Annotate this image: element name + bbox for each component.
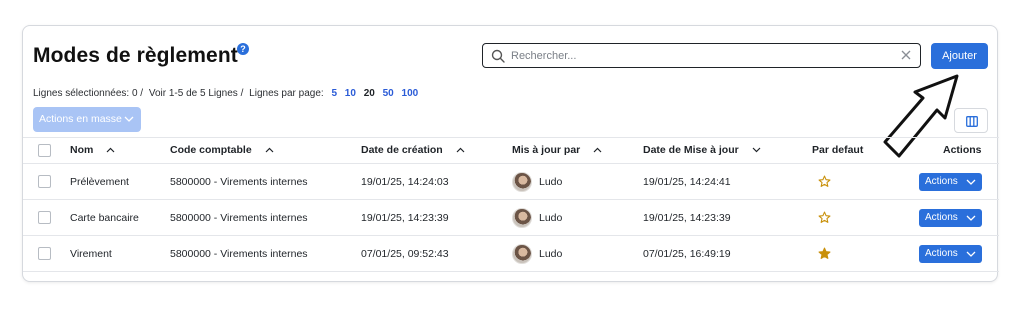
per-page-option-10[interactable]: 10 [345, 88, 356, 99]
row-checkbox[interactable] [38, 247, 51, 260]
col-header-defaut: Par defaut [812, 144, 864, 156]
bulk-actions-label: Actions en masse [39, 113, 122, 125]
chevron-down-icon [966, 251, 976, 257]
cell-creation: 19/01/25, 14:24:03 [361, 176, 449, 188]
clear-icon[interactable] [900, 49, 912, 61]
cell-nom: Carte bancaire [70, 212, 139, 224]
table-row: Virement 5800000 - Virements internes 07… [23, 236, 999, 272]
col-header-actions: Actions [943, 144, 982, 156]
add-button[interactable]: Ajouter [931, 43, 988, 69]
select-all-checkbox[interactable] [38, 144, 51, 157]
col-header-nom-label: Nom [70, 144, 94, 156]
per-page-option-5[interactable]: 5 [331, 88, 337, 99]
bulk-actions-button[interactable]: Actions en masse [33, 107, 141, 132]
table-meta: Lignes sélectionnées: 0 / Voir 1-5 de 5 … [33, 88, 418, 99]
cell-creation: 07/01/25, 09:52:43 [361, 248, 449, 260]
search-field[interactable] [482, 43, 921, 68]
star-icon[interactable] [818, 247, 831, 260]
star-icon[interactable] [818, 175, 831, 188]
cell-creation: 19/01/25, 14:23:39 [361, 212, 449, 224]
col-header-maj-par-label: Mis à jour par [512, 144, 581, 156]
cell-code: 5800000 - Virements internes [170, 248, 308, 260]
cell-maj-par: Ludo [539, 176, 563, 188]
chevron-down-icon [124, 116, 134, 122]
col-header-code-label: Code comptable [170, 144, 252, 156]
sort-up-icon [106, 147, 115, 153]
row-checkbox[interactable] [38, 211, 51, 224]
per-page-option-100[interactable]: 100 [402, 88, 419, 99]
selected-count: Lignes sélectionnées: 0 / [33, 88, 144, 99]
sort-up-icon [593, 147, 602, 153]
search-input[interactable] [511, 46, 891, 65]
cell-nom: Prélèvement [70, 176, 129, 188]
cell-maj-par: Ludo [539, 248, 563, 260]
col-header-creation[interactable]: Date de création [361, 144, 465, 156]
table-row: Carte bancaire 5800000 - Virements inter… [23, 200, 999, 236]
sort-up-icon [456, 147, 465, 153]
row-actions-label: Actions [925, 248, 958, 259]
cell-maj-date: 19/01/25, 14:24:41 [643, 176, 731, 188]
avatar [512, 244, 532, 264]
showing-range: Voir 1-5 de 5 Lignes / [148, 88, 244, 99]
cell-code: 5800000 - Virements internes [170, 212, 308, 224]
col-header-maj-par[interactable]: Mis à jour par [512, 144, 602, 156]
row-actions-label: Actions [925, 176, 958, 187]
col-header-maj-date[interactable]: Date de Mise à jour [643, 144, 761, 156]
cell-maj-par: Ludo [539, 212, 563, 224]
row-actions-button[interactable]: Actions [919, 173, 982, 191]
columns-button[interactable] [954, 108, 988, 133]
col-header-creation-label: Date de création [361, 144, 443, 156]
sort-up-icon [265, 147, 274, 153]
cell-nom: Virement [70, 248, 112, 260]
col-header-nom[interactable]: Nom [70, 144, 115, 156]
columns-icon [966, 116, 978, 127]
col-header-code[interactable]: Code comptable [170, 144, 274, 156]
avatar [512, 172, 532, 192]
per-page-label: Lignes par page: [249, 88, 324, 99]
row-checkbox[interactable] [38, 175, 51, 188]
table-row: Prélèvement 5800000 - Virements internes… [23, 164, 999, 200]
cell-maj-date: 07/01/25, 16:49:19 [643, 248, 731, 260]
chevron-down-icon [966, 215, 976, 221]
payment-modes-card: Modes de règlement ? Ajouter Lignes séle… [22, 25, 999, 282]
cell-code: 5800000 - Virements internes [170, 176, 308, 188]
page-title: Modes de règlement [33, 44, 238, 67]
sort-down-icon [752, 147, 761, 153]
row-actions-button[interactable]: Actions [919, 209, 982, 227]
avatar [512, 208, 532, 228]
chevron-down-icon [966, 179, 976, 185]
cell-maj-date: 19/01/25, 14:23:39 [643, 212, 731, 224]
star-icon[interactable] [818, 211, 831, 224]
help-icon[interactable]: ? [237, 43, 249, 55]
search-icon [491, 49, 505, 63]
table-header: Nom Code comptable Date de création Mis … [23, 137, 999, 164]
per-page-option-50[interactable]: 50 [383, 88, 394, 99]
col-header-maj-date-label: Date de Mise à jour [643, 144, 739, 156]
per-page-option-20[interactable]: 20 [364, 88, 375, 99]
row-actions-button[interactable]: Actions [919, 245, 982, 263]
row-actions-label: Actions [925, 212, 958, 223]
